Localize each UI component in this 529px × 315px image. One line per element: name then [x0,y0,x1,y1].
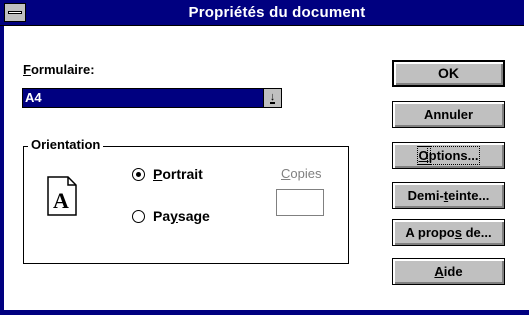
chevron-down-icon: ↓ [269,91,276,104]
orientation-group-title: Orientation [28,137,104,152]
window-frame-left [0,0,4,315]
radio-selected-dot [136,172,141,177]
portrait-mnemonic: P [153,166,163,182]
help-label-text: ide [443,264,463,279]
help-button[interactable]: Aide [392,258,505,285]
about-label-rest: de... [461,225,492,240]
copies-label: Copies [281,166,321,181]
halftone-label-rest: einte... [448,188,490,203]
copies-label-text: opies [290,166,322,181]
options-label-text: ptions... [426,146,481,165]
form-label: Formulaire: [23,62,95,77]
landscape-label-rest: sage [177,208,210,224]
form-label-text: ormulaire: [30,62,95,77]
window-frame-bottom [0,310,529,315]
options-mnemonic: O [416,146,431,165]
about-label-pre: A propo [405,225,455,240]
portrait-page-icon: A [47,176,77,216]
window-frame-right [524,0,529,315]
cancel-button[interactable]: Annuler [392,101,505,128]
copies-input[interactable] [276,189,324,216]
ok-button[interactable]: OK [392,60,505,87]
copies-mnemonic: C [281,166,291,181]
halftone-label-pre: Demi- [407,188,444,203]
portrait-label-text: ortrait [162,166,203,182]
page-icon-letter: A [53,188,69,213]
system-menu-button[interactable] [4,3,26,22]
landscape-label-pre: Pa [153,208,171,224]
form-label-mnemonic: F [23,62,31,77]
window-title: Propriétés du document [188,4,366,21]
system-menu-icon [8,11,22,14]
landscape-radio[interactable] [132,210,145,223]
help-mnemonic: A [434,264,444,279]
form-dropdown[interactable]: A4 ↓ [22,88,282,108]
dropdown-arrow-button[interactable]: ↓ [263,89,281,107]
halftone-button[interactable]: Demi-teinte... [392,182,505,209]
landscape-label[interactable]: Paysage [153,208,210,224]
landscape-mnemonic: y [170,208,178,224]
title-bar[interactable]: Propriétés du document [0,0,524,26]
form-dropdown-value[interactable]: A4 [23,89,263,107]
portrait-radio[interactable] [132,168,145,181]
options-button-label: Options... [416,146,481,165]
about-button[interactable]: A propos de... [392,219,505,246]
portrait-label[interactable]: Portrait [153,166,203,182]
about-mnemonic: s [454,225,462,240]
options-button[interactable]: Options... [392,142,505,169]
